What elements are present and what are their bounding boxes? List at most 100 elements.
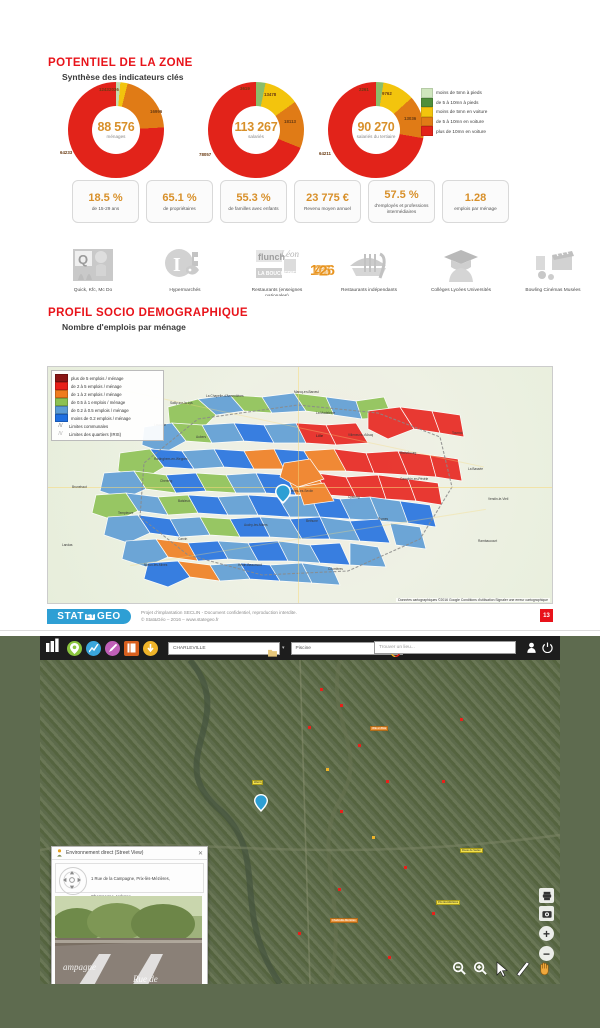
svg-text:LA BOUCHERIE: LA BOUCHERIE — [258, 271, 297, 277]
poi-caption: Bowling Cinémas Musées — [525, 288, 581, 293]
app-toolbar: CHARLEVILLE ▾ Piscine ▾ Trouve — [40, 636, 560, 660]
user-icon[interactable] — [526, 642, 537, 656]
selected-site-marker-icon[interactable] — [254, 794, 268, 817]
poi-marker[interactable] — [340, 704, 343, 707]
measure-ruler-icon[interactable] — [514, 960, 531, 977]
pan-hand-icon[interactable] — [536, 960, 553, 977]
donut-center: 90 270 salariés du tertiaire — [352, 106, 400, 154]
poi-marker[interactable] — [358, 744, 361, 747]
map-place-label: Nœux-les-Mines — [144, 563, 168, 567]
donut-slice-label: 1243 — [99, 87, 109, 92]
donut-slice-label: 3619 — [240, 86, 250, 91]
page-title: POTENTIEL DE LA ZONE — [48, 57, 193, 69]
svg-text:I: I — [173, 254, 181, 276]
map-label-badge[interactable]: Prix-lès-Mézières — [436, 900, 461, 905]
print-icon[interactable] — [539, 888, 554, 903]
legend-swatch — [55, 390, 68, 398]
aerial-map-view[interactable]: Prix-lès-Mézières Charleville-Mézières R… — [40, 660, 560, 984]
page-subtitle: Nombre d'emplois par ménage — [62, 322, 186, 332]
fastfood-logos-icon: Q — [69, 245, 117, 285]
poi-marker[interactable] — [326, 768, 329, 771]
legend-swatch — [55, 374, 68, 382]
poi-marker[interactable] — [388, 956, 391, 959]
zoom-out-tool-icon[interactable] — [451, 960, 468, 977]
site-marker-icon — [275, 484, 291, 504]
map-place-label: Rambaucourt — [478, 539, 498, 543]
trend-chart-icon[interactable] — [86, 640, 101, 656]
chain-restaurant-logos-icon: flunch Léon LA BOUCHERIE — [253, 245, 301, 285]
poi-marker[interactable] — [460, 718, 463, 721]
poi-marker[interactable] — [298, 932, 301, 935]
map-legend-item: de 1 à 2 emplois / ménage — [55, 390, 160, 398]
location-pin-icon[interactable] — [67, 640, 82, 656]
poi-marker[interactable] — [386, 780, 389, 783]
map-place-label: Courrières — [328, 567, 343, 571]
map-place-label: Hénin-Beaumont — [238, 563, 262, 567]
donut-slice-label: 2036 — [109, 87, 119, 92]
poi-marker[interactable] — [340, 810, 343, 813]
choropleth-map[interactable]: La Chapelle-d'Armentières Marcq-en-Barœu… — [47, 366, 553, 604]
donut-chart-salaries-tertiaire: 90 270 salariés du tertiaire 2261 9762 1… — [318, 82, 438, 182]
legend-swatch — [421, 107, 433, 117]
folder-icon[interactable] — [268, 644, 277, 657]
donut-ring: 90 270 salariés du tertiaire — [328, 82, 424, 178]
legend-label: moins de 5mn à pieds — [436, 90, 482, 96]
legend-item: de 5 à 10mn à pieds — [421, 97, 487, 108]
poi-marker[interactable] — [404, 866, 407, 869]
street-view-panel[interactable]: Environnement direct (Street View) ✕ 1 R… — [51, 846, 208, 984]
power-icon[interactable] — [542, 642, 553, 656]
clapperboard-icon — [529, 245, 577, 285]
map-place-label: Tournai — [452, 431, 463, 435]
donut-ring: 113 267 salariés — [208, 82, 304, 178]
map-label-badge[interactable]: Warcq — [252, 780, 264, 785]
compass-icon[interactable] — [59, 867, 87, 895]
kpi-caption: emplois par ménage — [454, 205, 497, 211]
download-icon[interactable] — [143, 640, 158, 656]
legend-label: Limites communales — [69, 423, 109, 429]
statgeo-logo: STAT ET GEO — [47, 609, 131, 624]
map-place-label: Camphin-en-Pévèle — [400, 477, 429, 481]
legend-swatch — [55, 398, 68, 406]
search-place-input[interactable]: Trouver un lieu... — [374, 641, 516, 654]
chevron-down-icon[interactable]: ▾ — [282, 645, 285, 651]
poi-marker[interactable] — [432, 912, 435, 915]
poi-item-restaurants-independants: 166 Restaurants indépendants — [310, 245, 404, 300]
camera-icon[interactable] — [539, 906, 554, 921]
poi-marker[interactable] — [338, 888, 341, 891]
slide-divider — [0, 630, 600, 631]
map-place-label: Templeuve — [118, 511, 134, 515]
street-view-image[interactable]: ampagne Rue de — [55, 896, 202, 984]
bar-chart-icon[interactable] — [45, 638, 61, 658]
access-time-legend: moins de 5mn à pieds de 5 à 10mn à pieds… — [421, 88, 487, 136]
zoom-in-icon[interactable]: + — [539, 926, 554, 941]
map-legend: plus de 5 emplois / ménage de 2 à 5 empl… — [51, 370, 164, 441]
donut-slice-label: 78057 — [199, 152, 212, 157]
zoom-in-tool-icon[interactable] — [472, 960, 489, 977]
map-legend-line-item: /\/ Limites des quartiers (IRIS) — [55, 430, 160, 438]
map-label-badge[interactable]: Charleville-Mézières — [330, 918, 358, 923]
kpi-value: 18.5 % — [88, 191, 123, 204]
cutlery-icon — [345, 245, 393, 285]
slide-footer: STAT ET GEO Projet d'implantation SECLIN… — [47, 608, 553, 626]
street-view-title: Environnement direct (Street View) — [66, 850, 144, 856]
supermarket-logos-icon: I — [161, 245, 209, 285]
page-title: PROFIL SOCIO DEMOGRAPHIQUE — [48, 307, 248, 319]
kpi-value: 1.28 — [464, 191, 487, 204]
page-number-badge: 13 — [540, 609, 553, 622]
poi-marker[interactable] — [372, 836, 375, 839]
poi-marker[interactable] — [442, 780, 445, 783]
cursor-select-tool-icon[interactable] — [493, 960, 510, 977]
poi-marker[interactable] — [320, 688, 323, 691]
logo-stat: STAT — [57, 611, 84, 622]
zone-field[interactable]: CHARLEVILLE — [168, 641, 280, 655]
map-label-badge[interactable]: Route de Sedan — [460, 848, 483, 853]
map-place-label: Radinghem-en-Weppes — [154, 457, 188, 461]
map-label-badge[interactable]: Ville en Bois — [370, 726, 389, 731]
kpi-card: 57.5 % d'employés et professions interméd… — [368, 180, 435, 223]
pencil-draw-icon[interactable] — [105, 640, 120, 656]
poi-marker[interactable] — [308, 726, 311, 729]
zone-field-wrapper[interactable]: CHARLEVILLE — [168, 641, 280, 657]
book-icon[interactable] — [124, 640, 139, 656]
zoom-out-icon[interactable]: − — [539, 946, 554, 961]
close-icon[interactable]: ✕ — [198, 850, 203, 857]
